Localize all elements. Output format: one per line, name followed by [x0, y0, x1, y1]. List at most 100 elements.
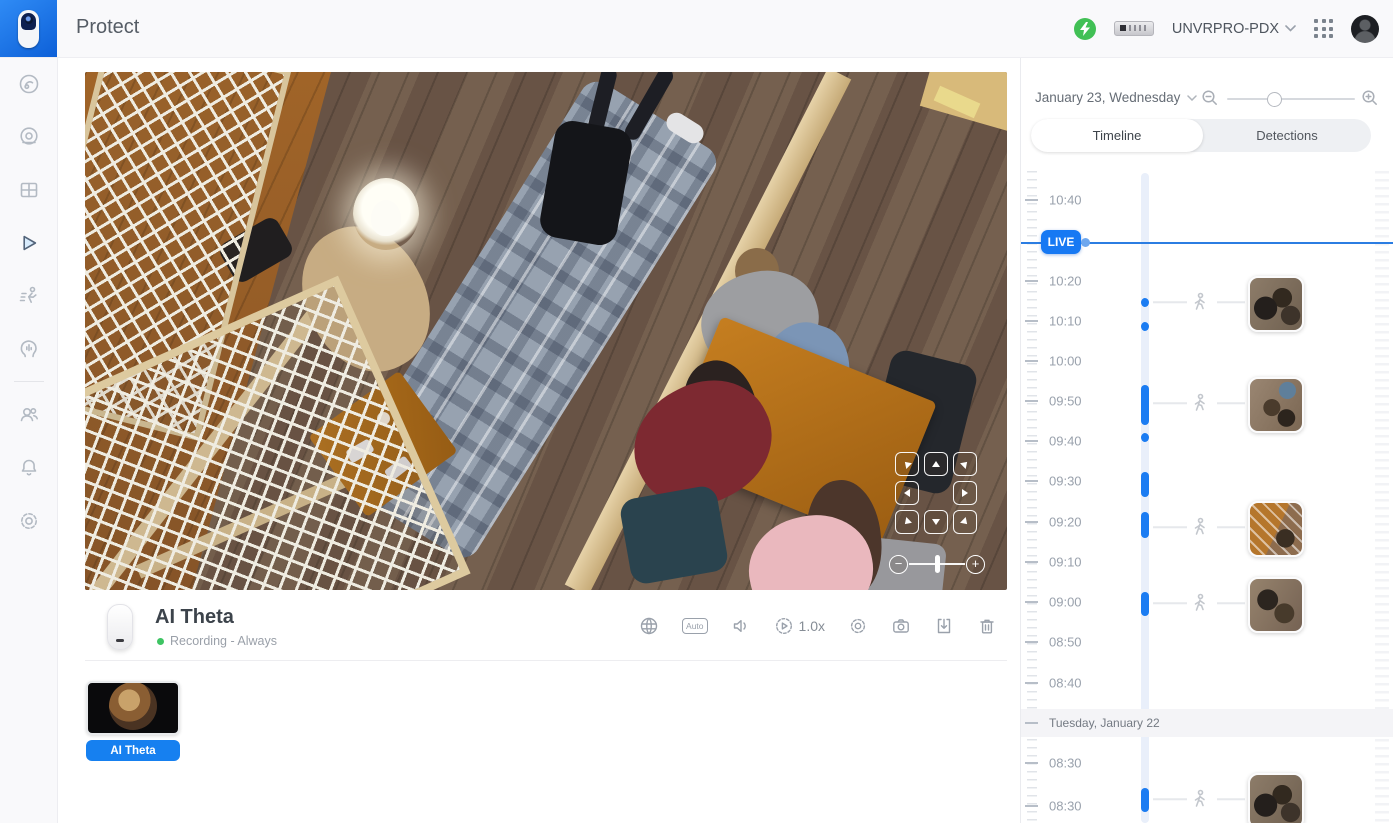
- decorative: [1079, 22, 1091, 36]
- event-segment[interactable]: [1141, 385, 1149, 425]
- decorative: [21, 128, 37, 144]
- decorative: [776, 619, 791, 634]
- chevron-down-icon: [1285, 25, 1296, 32]
- timeline-tick-label: 09:50: [1049, 394, 1082, 409]
- date-selector[interactable]: January 23, Wednesday: [1035, 90, 1197, 105]
- timeline-zoom-slider[interactable]: [1227, 98, 1355, 100]
- ptz-down-right-button[interactable]: [953, 510, 977, 534]
- live-video-player[interactable]: − +: [85, 72, 1007, 590]
- ptz-up-right-button[interactable]: [953, 452, 977, 476]
- decorative: [1196, 600, 1205, 610]
- sidebar-item-detections[interactable]: [0, 269, 57, 322]
- decorative: [1144, 25, 1146, 31]
- console-name: UNVRPRO-PDX: [1172, 21, 1279, 37]
- ptz-down-button[interactable]: [924, 510, 948, 534]
- zoom-slider-thumb[interactable]: [935, 555, 940, 573]
- playback-speed-button[interactable]: 1.0x: [774, 616, 825, 636]
- console-selector[interactable]: UNVRPRO-PDX: [1172, 21, 1296, 37]
- sidebar-item-cameras[interactable]: [0, 110, 57, 163]
- event-segment[interactable]: [1141, 298, 1149, 307]
- event-segment[interactable]: [1141, 788, 1149, 812]
- motion-detection-icon[interactable]: [1189, 788, 1211, 810]
- motion-detection-icon[interactable]: [1189, 592, 1211, 614]
- detection-thumbnail[interactable]: [1248, 501, 1304, 557]
- timeline-tick-label: 08:30: [1049, 799, 1082, 814]
- decorative: [942, 620, 947, 629]
- detection-thumbnail[interactable]: [1248, 377, 1304, 433]
- camera-thumbnail[interactable]: [86, 681, 180, 735]
- camera-icon: [17, 125, 41, 149]
- timeline-tick-label: 09:40: [1049, 434, 1082, 449]
- timeline-tick: [1025, 641, 1038, 643]
- timeline-scroll[interactable]: LIVE 10:4010:2010:1010:0009:5009:4009:30…: [1021, 57, 1393, 823]
- timeline-tick-label: 09:00: [1049, 595, 1082, 610]
- sidebar-item-settings[interactable]: [0, 494, 57, 547]
- ptz-up-left-button[interactable]: [895, 452, 919, 476]
- zoom-in-button[interactable]: +: [966, 555, 985, 574]
- decorative: [782, 623, 787, 629]
- user-avatar[interactable]: [1351, 15, 1379, 43]
- detection-connector: [1217, 798, 1245, 800]
- decorative: [1196, 400, 1205, 410]
- event-segment[interactable]: [1141, 512, 1149, 538]
- decorative: [894, 622, 908, 632]
- camera-thumbnail-label[interactable]: AI Theta: [86, 740, 180, 761]
- apps-grid-icon[interactable]: [1314, 19, 1333, 38]
- ptz-down-left-button[interactable]: [895, 510, 919, 534]
- decorative: [1201, 89, 1219, 107]
- timeline-zoom-in-button[interactable]: [1361, 89, 1379, 112]
- event-segment[interactable]: [1141, 472, 1149, 497]
- ptz-pad: [895, 452, 975, 532]
- fisheye-icon: [639, 616, 659, 636]
- sidebar-item-notifications[interactable]: [0, 441, 57, 494]
- decorative: [1134, 25, 1136, 31]
- live-badge[interactable]: LIVE: [1041, 230, 1081, 254]
- play-icon: [17, 231, 41, 255]
- event-segment[interactable]: [1141, 433, 1149, 442]
- timeline-tabs: Timeline Detections: [1031, 119, 1371, 152]
- detection-thumbnail[interactable]: [1248, 773, 1304, 823]
- decorative: [1329, 34, 1333, 38]
- timeline-tick-label: 08:50: [1049, 635, 1082, 650]
- fisheye-preview: [109, 682, 157, 730]
- camera-info-bar: AI Theta Recording - Always Auto 1.0x: [85, 602, 1007, 656]
- ptz-up-button[interactable]: [924, 452, 948, 476]
- timeline-zoom-out-button[interactable]: [1201, 89, 1219, 112]
- decorative: [1329, 27, 1333, 31]
- sidebar-item-live-view[interactable]: [0, 216, 57, 269]
- tab-timeline[interactable]: Timeline: [1031, 119, 1203, 152]
- decorative: [26, 344, 30, 350]
- camera-settings-button[interactable]: [848, 616, 868, 636]
- motion-detection-icon[interactable]: [1189, 291, 1211, 313]
- event-segment[interactable]: [1141, 322, 1149, 331]
- motion-detection-icon[interactable]: [1189, 516, 1211, 538]
- decorative: [1196, 299, 1205, 309]
- live-playhead[interactable]: LIVE: [1021, 242, 1393, 244]
- zoom-out-button[interactable]: −: [889, 555, 908, 574]
- speaker-icon: [731, 616, 751, 636]
- protect-app-logo[interactable]: [0, 0, 57, 57]
- tab-detections[interactable]: Detections: [1203, 119, 1371, 152]
- detection-thumbnail[interactable]: [1248, 276, 1304, 332]
- live-playhead-knob: [1081, 238, 1090, 247]
- sidebar-item-ai-assistant[interactable]: [0, 322, 57, 375]
- detection-thumbnail[interactable]: [1248, 577, 1304, 633]
- timeline-zoom-slider-thumb[interactable]: [1267, 92, 1282, 107]
- decorative: [24, 236, 35, 249]
- quality-auto-button[interactable]: Auto: [682, 618, 708, 634]
- event-segment[interactable]: [1141, 592, 1149, 616]
- sidebar-item-users[interactable]: [0, 388, 57, 441]
- ptz-right-button[interactable]: [953, 481, 977, 505]
- dewarp-button[interactable]: [639, 616, 659, 636]
- volume-button[interactable]: [731, 616, 751, 636]
- ptz-left-button[interactable]: [895, 481, 919, 505]
- sidebar-item-viewports[interactable]: [0, 163, 57, 216]
- sidebar-item-dashboard[interactable]: [0, 57, 57, 110]
- snapshot-button[interactable]: [891, 616, 911, 636]
- motion-detection-icon[interactable]: [1189, 392, 1211, 414]
- timeline-tick-label: 08:30: [1049, 756, 1082, 771]
- download-button[interactable]: [934, 616, 954, 636]
- timeline-tick: [1025, 805, 1038, 807]
- delete-button[interactable]: [977, 616, 997, 636]
- gear-icon: [17, 509, 41, 533]
